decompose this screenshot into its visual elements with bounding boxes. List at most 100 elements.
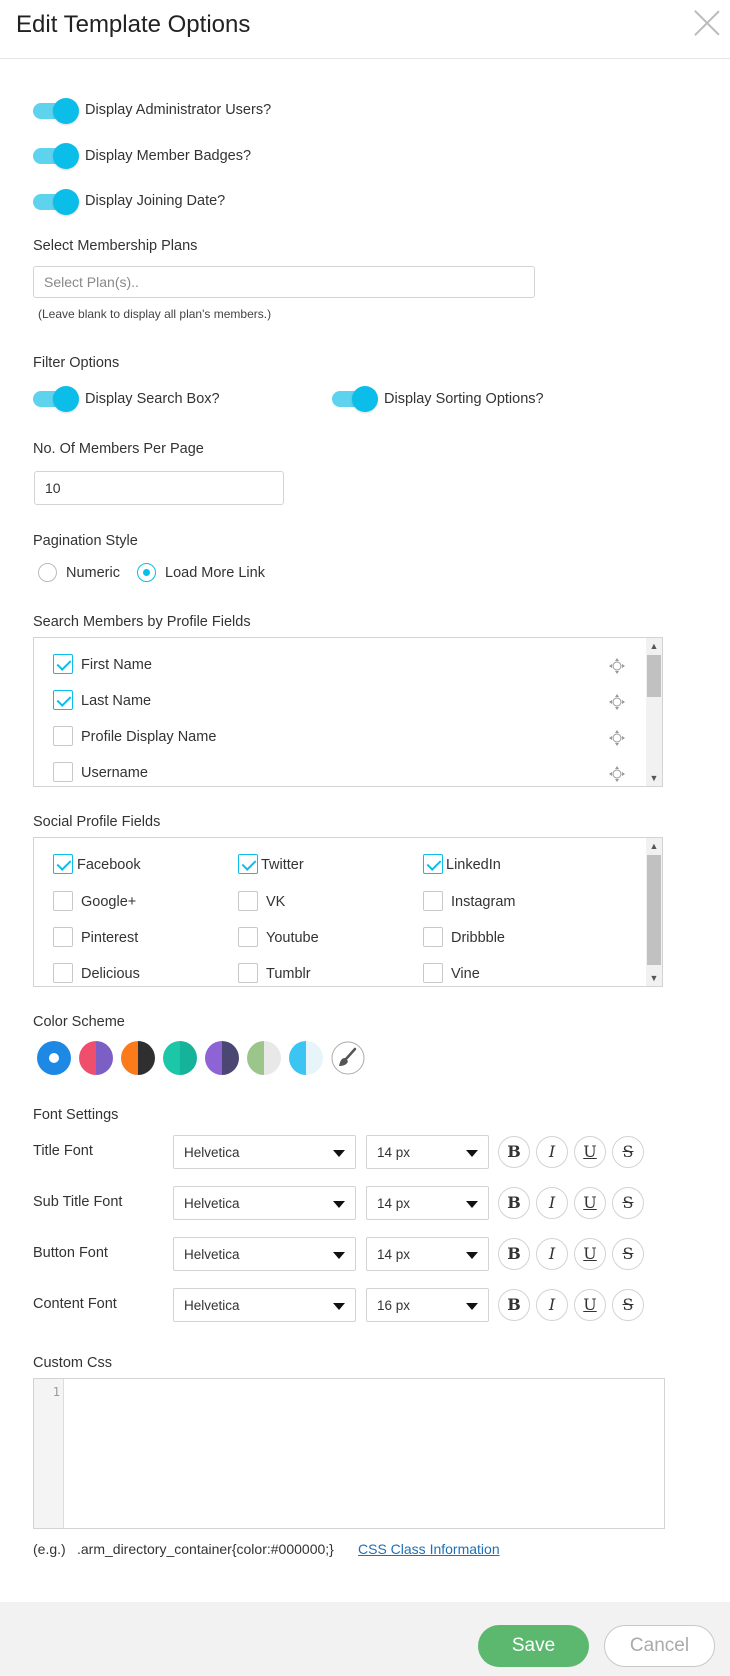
drag-move-icon[interactable] [608,729,626,747]
checkbox-username[interactable] [53,762,73,782]
toggle-display-admin-users[interactable] [33,98,79,124]
content-font-family-select[interactable]: Helvetica [173,1288,356,1322]
drag-move-icon[interactable] [608,693,626,711]
checkbox-google-plus[interactable] [53,891,73,911]
button-font-size-select[interactable]: 14 px [366,1237,489,1271]
content-strike-button[interactable]: S [612,1289,644,1321]
members-per-page-input[interactable]: 10 [34,471,284,505]
checkbox-pinterest[interactable] [53,927,73,947]
radio-load-more-label: Load More Link [165,565,265,581]
title-strike-button[interactable]: S [612,1136,644,1168]
title-bold-button[interactable]: B [498,1136,530,1168]
toggle-display-search-box[interactable] [33,386,79,412]
toggle-display-joining-date[interactable] [33,189,79,215]
subtitle-font-family-select[interactable]: Helvetica [173,1186,356,1220]
custom-css-label: Custom Css [33,1355,112,1371]
caret-down-icon [333,1252,345,1259]
caret-down-icon [333,1201,345,1208]
scroll-up-icon[interactable]: ▲ [646,638,662,654]
color-swatch[interactable] [205,1041,239,1075]
cancel-button[interactable]: Cancel [604,1625,715,1667]
toggle-display-member-badges[interactable] [33,143,79,169]
checkbox-youtube[interactable] [238,927,258,947]
content-italic-button[interactable]: I [536,1289,568,1321]
editor-gutter [34,1379,64,1528]
checkbox-dribbble[interactable] [423,927,443,947]
checkbox-delicious[interactable] [53,963,73,983]
content-bold-button[interactable]: B [498,1289,530,1321]
caret-down-icon [466,1150,478,1157]
drag-move-icon[interactable] [608,657,626,675]
checkbox-vine[interactable] [423,963,443,983]
select-value: 14 px [377,1246,411,1262]
social-item-label: Youtube [266,930,319,946]
social-item-label: Dribbble [451,930,505,946]
line-number: 1 [52,1385,60,1399]
social-item-label: VK [266,894,286,910]
close-icon[interactable] [692,8,722,38]
scroll-up-icon[interactable]: ▲ [646,838,662,854]
list-item-label: First Name [81,657,152,673]
scroll-down-icon[interactable]: ▼ [646,770,662,786]
select-value: Helvetica [184,1297,240,1313]
checkbox-twitter[interactable] [238,854,258,874]
subtitle-strike-button[interactable]: S [612,1187,644,1219]
color-swatch[interactable] [289,1041,323,1075]
social-item-label: Facebook [77,857,141,873]
checkbox-last-name[interactable] [53,690,73,710]
radio-numeric[interactable] [38,563,57,582]
css-class-information-link[interactable]: CSS Class Information [358,1541,500,1557]
title-font-family-select[interactable]: Helvetica [173,1135,356,1169]
color-swatch[interactable] [79,1041,113,1075]
subtitle-font-label: Sub Title Font [33,1194,123,1210]
title-italic-button[interactable]: I [536,1136,568,1168]
social-fields-label: Social Profile Fields [33,814,161,830]
toggle-display-sorting-options[interactable] [332,386,378,412]
list-item-label: Username [81,765,148,781]
membership-plans-select[interactable]: Select Plan(s).. [33,266,535,298]
select-value: Helvetica [184,1246,240,1262]
content-underline-button[interactable]: U [574,1289,606,1321]
button-font-family-select[interactable]: Helvetica [173,1237,356,1271]
custom-css-editor[interactable]: 1 [33,1378,665,1529]
select-value: Helvetica [184,1195,240,1211]
checkbox-first-name[interactable] [53,654,73,674]
social-item-label: Pinterest [81,930,139,946]
membership-plans-label: Select Membership Plans [33,238,198,254]
profile-fields-scrollbar[interactable]: ▲ ▼ [646,638,662,786]
content-font-size-select[interactable]: 16 px [366,1288,489,1322]
color-scheme-label: Color Scheme [33,1014,125,1030]
list-item-label: Profile Display Name [81,729,217,745]
checkbox-instagram[interactable] [423,891,443,911]
save-button[interactable]: Save [478,1625,589,1667]
title-underline-button[interactable]: U [574,1136,606,1168]
button-underline-button[interactable]: U [574,1238,606,1270]
custom-color-brush-icon[interactable] [331,1041,365,1075]
checkbox-vk[interactable] [238,891,258,911]
checkbox-tumblr[interactable] [238,963,258,983]
button-bold-button[interactable]: B [498,1238,530,1270]
button-italic-button[interactable]: I [536,1238,568,1270]
title-font-size-select[interactable]: 14 px [366,1135,489,1169]
color-swatch[interactable] [247,1041,281,1075]
radio-load-more-link[interactable] [137,563,156,582]
subtitle-underline-button[interactable]: U [574,1187,606,1219]
filter-options-label: Filter Options [33,355,120,371]
social-item-label: LinkedIn [446,857,501,873]
drag-move-icon[interactable] [608,765,626,783]
select-value: 16 px [377,1297,411,1313]
subtitle-italic-button[interactable]: I [536,1187,568,1219]
checkbox-facebook[interactable] [53,854,73,874]
social-item-label: Vine [451,966,480,982]
checkbox-linkedin[interactable] [423,854,443,874]
scroll-down-icon[interactable]: ▼ [646,970,662,986]
subtitle-bold-button[interactable]: B [498,1187,530,1219]
subtitle-font-size-select[interactable]: 14 px [366,1186,489,1220]
color-swatch[interactable] [37,1041,71,1075]
color-swatch[interactable] [163,1041,197,1075]
checkbox-profile-display-name[interactable] [53,726,73,746]
color-swatch[interactable] [121,1041,155,1075]
button-strike-button[interactable]: S [612,1238,644,1270]
toggle-label-joining-date: Display Joining Date? [85,193,226,209]
social-fields-scrollbar[interactable]: ▲ ▼ [646,838,662,986]
